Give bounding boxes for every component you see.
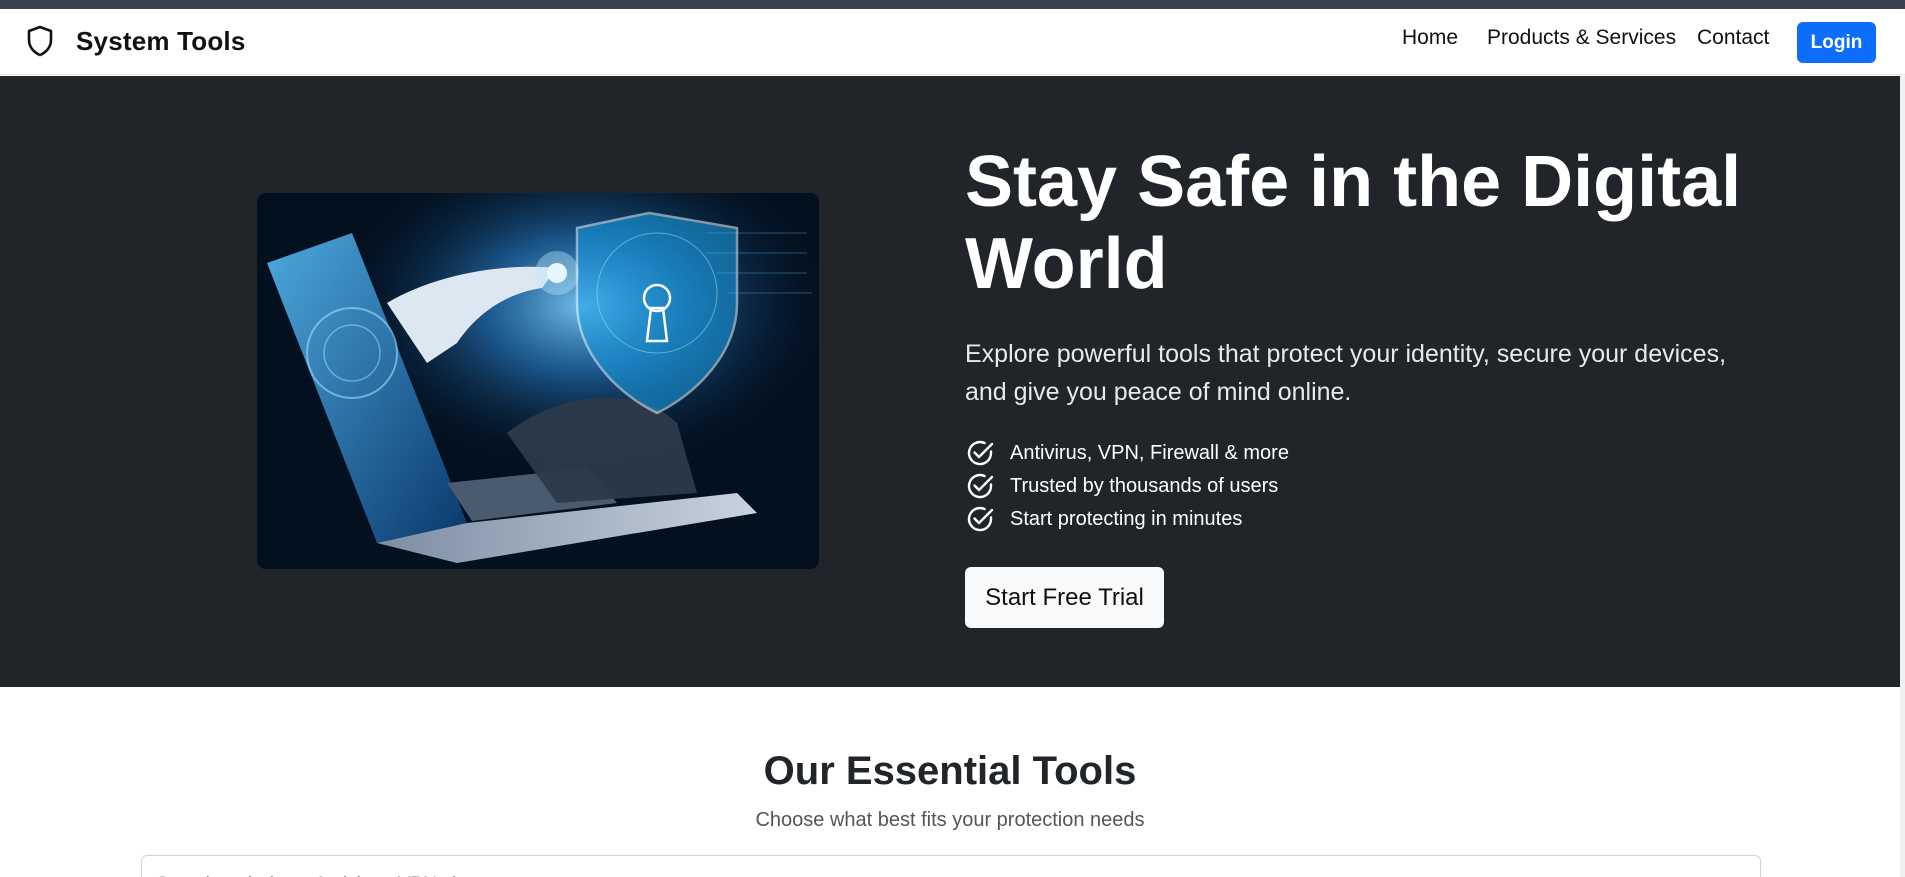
shield-icon [26,25,54,57]
feature-text: Trusted by thousands of users [1010,474,1279,497]
nav-products-services[interactable]: Products & Services [1487,26,1676,50]
feature-item: Start protecting in minutes [965,504,1242,534]
nav-home[interactable]: Home [1402,26,1458,50]
hero-section: Stay Safe in the Digital World Explore p… [0,76,1905,687]
feature-text: Antivirus, VPN, Firewall & more [1010,441,1289,464]
brand-name: System Tools [76,25,246,56]
browser-top-strip [0,0,1905,9]
page-scrollbar[interactable] [1900,76,1905,877]
hero-subtitle: Explore powerful tools that protect your… [965,340,1727,406]
brand[interactable]: System Tools [26,25,246,57]
login-button[interactable]: Login [1797,22,1876,63]
tool-search-input[interactable] [141,855,1761,877]
hero-title: Stay Safe in the Digital World [965,142,1742,304]
navbar: System Tools Home Products & Services Co… [0,9,1905,75]
check-circle-icon [965,504,995,534]
check-circle-icon [965,471,995,501]
feature-item: Trusted by thousands of users [965,471,1278,501]
feature-item: Antivirus, VPN, Firewall & more [965,438,1289,468]
feature-text: Start protecting in minutes [1010,507,1243,530]
nav-contact[interactable]: Contact [1697,26,1769,50]
check-circle-icon [965,438,995,468]
section-title: Our Essential Tools [763,749,1137,793]
hero-image [257,193,819,569]
section-subtitle: Choose what best fits your protection ne… [755,809,1145,831]
start-free-trial-button[interactable]: Start Free Trial [965,567,1164,628]
